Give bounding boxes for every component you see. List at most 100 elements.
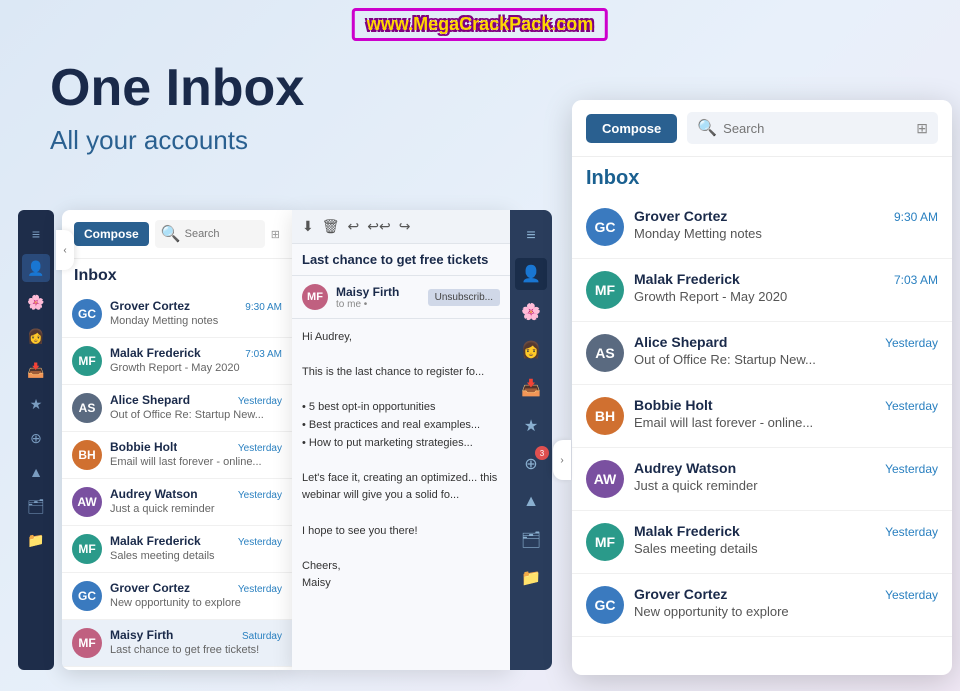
list-item[interactable]: MFMalak FrederickYesterdaySales meeting … — [62, 526, 292, 573]
item-time: Yesterday — [885, 462, 938, 476]
item-content: Grover CortezYesterdayNew opportunity to… — [110, 581, 282, 609]
filter-icon[interactable]: ⊞ — [271, 228, 280, 241]
list-item[interactable]: GCGrover CortezYesterdayNew opportunity … — [572, 574, 952, 637]
right-search-icon: 🔍 — [697, 118, 717, 138]
item-time: Yesterday — [885, 525, 938, 539]
people-icon[interactable]: 👤 — [515, 258, 547, 290]
hero-section: One Inbox All your accounts — [50, 60, 304, 156]
inbox-icon[interactable]: 📥 — [22, 356, 50, 384]
star-icon[interactable]: ★ — [22, 390, 50, 418]
briefcase-icon[interactable]: 🗂 — [22, 492, 50, 520]
reply-all-icon[interactable]: ↩↩ — [367, 218, 390, 235]
avatar: GC — [586, 208, 624, 246]
email-detail-panel: ⬇ 🗑 ↩ ↩↩ ↪ Last chance to get free ticke… — [292, 210, 510, 670]
sender-name: Maisy Firth — [336, 285, 399, 299]
item-time: Yesterday — [885, 336, 938, 350]
item-name: Alice Shepard — [110, 393, 190, 407]
list-item[interactable]: ASAlice ShepardYesterdayOut of Office Re… — [572, 322, 952, 385]
left-collapse-arrow[interactable]: ‹ — [56, 230, 74, 270]
email-list-header: Compose 🔍 ⊞ — [62, 210, 292, 259]
circle-icon[interactable]: ⊕ — [22, 424, 50, 452]
right-compose-button[interactable]: Compose — [586, 114, 677, 143]
email-body: Hi Audrey,This is the last chance to reg… — [292, 319, 510, 670]
list-item[interactable]: AWAudrey WatsonYesterdayJust a quick rem… — [62, 479, 292, 526]
inbox-title: Inbox — [62, 259, 292, 291]
item-time: Yesterday — [885, 588, 938, 602]
item-time: 9:30 AM — [894, 210, 938, 224]
photo-icon[interactable]: 🌸 — [515, 296, 547, 328]
list-item[interactable]: GCGrover Cortez9:30 AMMonday Metting not… — [62, 291, 292, 338]
item-name: Malak Frederick — [634, 271, 740, 287]
item-name: Malak Frederick — [110, 346, 201, 360]
trash-icon[interactable]: 🗑 — [322, 218, 340, 235]
list-item[interactable]: BHBobbie HoltYesterdayEmail will last fo… — [62, 432, 292, 479]
item-content: Audrey WatsonYesterdayJust a quick remin… — [110, 487, 282, 515]
inbox2-icon[interactable]: 📥 — [515, 372, 547, 404]
people-icon[interactable]: 👤 — [22, 254, 50, 282]
item-preview: Monday Metting notes — [634, 226, 938, 241]
forward-icon[interactable]: ↪ — [399, 218, 411, 235]
watermark: www.MegaCrackPack.com — [352, 8, 608, 41]
menu-icon[interactable]: ≡ — [515, 220, 547, 252]
avatar: MF — [72, 534, 102, 564]
right-sidebar: ≡ 👤 🌸 👩 📥 ★ ⊕3 ▲ 🗂 📁 — [510, 210, 552, 670]
list-item[interactable]: GCGrover CortezYesterdayNew opportunity … — [62, 573, 292, 620]
item-name: Grover Cortez — [110, 581, 190, 595]
list-item[interactable]: AWAudrey WatsonYesterdayJust a quick rem… — [572, 448, 952, 511]
item-time: Saturday — [242, 631, 282, 642]
item-preview: Out of Office Re: Startup New... — [110, 409, 282, 421]
right-search-input[interactable] — [723, 121, 910, 136]
download-icon[interactable]: ⬇ — [302, 218, 314, 235]
right-search-box[interactable]: 🔍 ⊞ — [687, 112, 938, 144]
search-box[interactable]: 🔍 — [155, 220, 265, 248]
item-preview: Email will last forever - online... — [634, 415, 938, 430]
list-item[interactable]: BHBobbie HoltYesterdayEmail will last fo… — [572, 385, 952, 448]
reply-icon[interactable]: ↩ — [348, 218, 360, 235]
unsubscribe-button[interactable]: Unsubscrib... — [428, 289, 500, 306]
menu-icon[interactable]: ≡ — [22, 220, 50, 248]
folder-icon[interactable]: 📁 — [22, 526, 50, 554]
list-item[interactable]: MFMalak Frederick7:03 AMGrowth Report - … — [572, 259, 952, 322]
item-name: Maisy Firth — [110, 628, 173, 642]
search-input[interactable] — [185, 228, 259, 240]
list-item[interactable]: MFMalak Frederick7:03 AMGrowth Report - … — [62, 338, 292, 385]
star2-icon[interactable]: ★ — [515, 410, 547, 442]
item-preview: New opportunity to explore — [110, 597, 282, 609]
avatar: MF — [586, 523, 624, 561]
item-content: Alice ShepardYesterdayOut of Office Re: … — [634, 334, 938, 367]
item-content: Malak Frederick7:03 AMGrowth Report - Ma… — [110, 346, 282, 374]
list-item[interactable]: MF Malak Frederick Yesterday Sales meeting … — [572, 511, 952, 574]
item-preview: Email will last forever - online... — [110, 456, 282, 468]
list-item[interactable]: ASAlice ShepardYesterdayOut of Office Re… — [62, 385, 292, 432]
right-panel-header: Compose 🔍 ⊞ — [572, 100, 952, 157]
brief2-icon[interactable]: 🗂 — [515, 524, 547, 556]
right-collapse-arrow[interactable]: › — [553, 440, 571, 480]
nav2-icon[interactable]: ▲ — [515, 486, 547, 518]
item-time: Yesterday — [238, 443, 282, 454]
avatar: MF — [72, 628, 102, 658]
avatar: MF — [586, 271, 624, 309]
item-preview: Growth Report - May 2020 — [634, 289, 938, 304]
avatar: GC — [72, 299, 102, 329]
item-name: Malak Frederick — [634, 523, 740, 539]
list-item[interactable]: GCGrover Cortez9:30 AMMonday Metting not… — [572, 196, 952, 259]
item-preview: Sales meeting details — [634, 541, 938, 556]
list-item[interactable]: MFMaisy FirthSaturdayLast chance to get … — [62, 620, 292, 667]
avatar: AS — [72, 393, 102, 423]
item-preview: Sales meeting details — [110, 550, 282, 562]
badge-icon[interactable]: ⊕3 — [515, 448, 547, 480]
left-sidebar: ≡ 👤 🌸 👩 📥 ★ ⊕ ▲ 🗂 📁 — [18, 210, 54, 670]
email-list: GCGrover Cortez9:30 AMMonday Metting not… — [62, 291, 292, 670]
compose-button[interactable]: Compose — [74, 222, 149, 246]
right-filter-icon[interactable]: ⊞ — [916, 120, 928, 137]
right-panel: Compose 🔍 ⊞ Inbox GCGrover Cortez9:30 AM… — [572, 100, 952, 675]
avatar: GC — [586, 586, 624, 624]
list-item[interactable]: BHBobbie HoltFriday↩ New project kick of… — [62, 667, 292, 670]
folder2-icon[interactable]: 📁 — [515, 562, 547, 594]
avatar2-icon[interactable]: 👩 — [515, 334, 547, 366]
item-time: Yesterday — [238, 490, 282, 501]
avatar-icon[interactable]: 👩 — [22, 322, 50, 350]
photos-icon[interactable]: 🌸 — [22, 288, 50, 316]
item-time: Yesterday — [238, 537, 282, 548]
nav-icon[interactable]: ▲ — [22, 458, 50, 486]
